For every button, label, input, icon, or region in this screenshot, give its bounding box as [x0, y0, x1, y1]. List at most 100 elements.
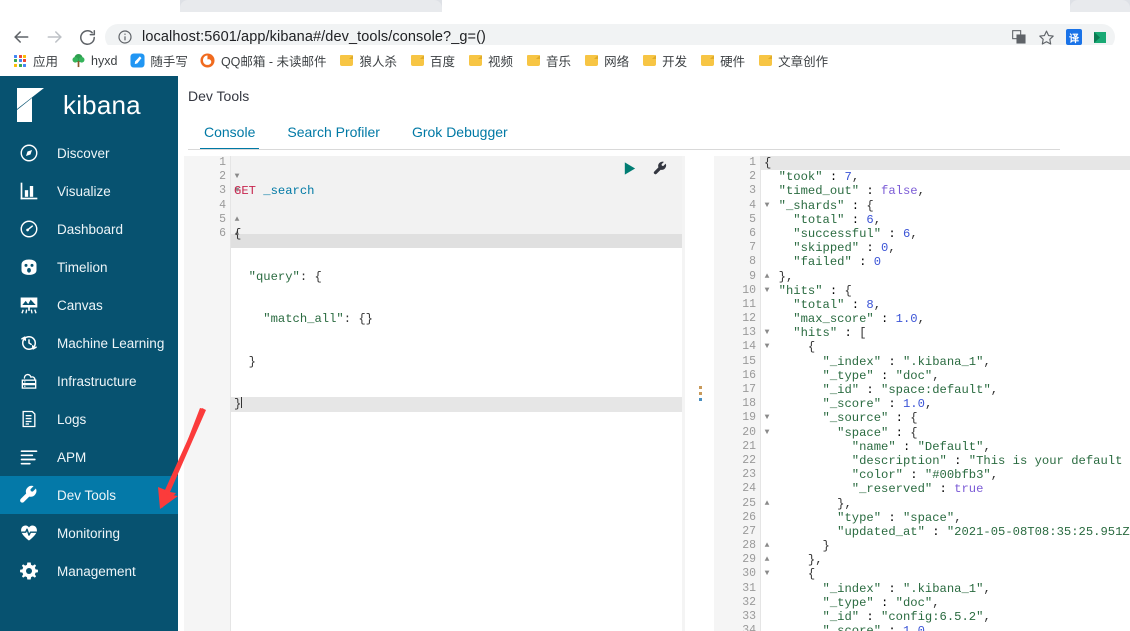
send-request-button[interactable]	[621, 160, 638, 177]
sidebar-item-machine-learning[interactable]: Machine Learning	[0, 324, 178, 362]
kibana-mark-icon	[14, 87, 50, 123]
tab-grok-debugger[interactable]: Grok Debugger	[396, 114, 524, 150]
folder-icon	[583, 53, 599, 69]
sidebar-item-monitoring[interactable]: Monitoring	[0, 514, 178, 552]
bookmark-folder-5[interactable]: 开发	[635, 49, 693, 73]
code-line: "type" : "space",	[761, 511, 1130, 525]
kibana-sidebar: kibana Discover Visualize	[0, 76, 178, 631]
code-line: "hits" : {	[761, 284, 1130, 298]
request-gutter: 1 2▼ 3▼ 4 5▲ 6▲	[184, 156, 231, 631]
machine-learning-icon	[18, 333, 39, 354]
bookmark-folder-3[interactable]: 音乐	[519, 49, 577, 73]
tab-console[interactable]: Console	[188, 114, 271, 150]
translate-extension-icon[interactable]: 译	[1066, 29, 1082, 45]
tabs-divider	[188, 149, 1060, 150]
sidebar-item-label: Machine Learning	[57, 336, 164, 351]
infrastructure-icon	[18, 371, 39, 392]
code-line: "match_all": {}	[231, 312, 685, 326]
sidebar-item-discover[interactable]: Discover	[0, 134, 178, 172]
bookmark-folder-4[interactable]: 网络	[577, 49, 635, 73]
code-line: {	[761, 156, 1130, 170]
bookmarks-bar: 应用 hyxd 随手写	[0, 45, 1130, 77]
sidebar-item-management[interactable]: Management	[0, 552, 178, 590]
sidebar-item-label: Infrastructure	[57, 374, 137, 389]
code-line: "_id" : "space:default",	[761, 383, 1130, 397]
request-scrollbar[interactable]	[682, 156, 685, 631]
sidebar-item-visualize[interactable]: Visualize	[0, 172, 178, 210]
bookmark-notes[interactable]: 随手写	[123, 49, 194, 73]
wrench-settings-button[interactable]	[652, 160, 669, 177]
sidebar-item-label: Dashboard	[57, 222, 123, 237]
line-number: 5	[714, 213, 760, 227]
sidebar-item-label: Logs	[57, 412, 86, 427]
kibana-logo[interactable]: kibana	[0, 76, 178, 134]
address-bar-url[interactable]: localhost:5601/app/kibana#/dev_tools/con…	[142, 29, 486, 45]
bookmark-apps[interactable]: 应用	[6, 49, 64, 73]
code-line: "_id" : "config:6.5.2",	[761, 610, 1130, 624]
request-editor[interactable]: 1 2▼ 3▼ 4 5▲ 6▲ GET _search { "query": {…	[184, 156, 685, 631]
bookmark-label: hyxd	[91, 54, 117, 68]
line-number: 4▼	[714, 199, 760, 213]
line-number: 23	[714, 468, 760, 482]
browser-tab-partial-left[interactable]	[180, 0, 442, 12]
browser-tab-partial-right[interactable]	[1070, 0, 1130, 12]
code-line: {	[761, 567, 1130, 581]
tabstrip-gap	[442, 0, 1070, 12]
bookmark-folder-2[interactable]: 视频	[461, 49, 519, 73]
line-number: 4	[184, 199, 230, 213]
code-line: "_score" : 1.0,	[761, 624, 1130, 631]
bookmark-folder-7[interactable]: 文章创作	[751, 49, 834, 73]
code-line: "total" : 6,	[761, 213, 1130, 227]
bookmark-label: 狼人杀	[360, 51, 398, 70]
sidebar-item-apm[interactable]: APM	[0, 438, 178, 476]
folder-icon	[339, 53, 355, 69]
tab-search-profiler[interactable]: Search Profiler	[271, 114, 396, 150]
line-number: 6	[714, 227, 760, 241]
sidebar-item-dashboard[interactable]: Dashboard	[0, 210, 178, 248]
page-info-icon[interactable]	[117, 29, 133, 45]
logs-icon	[18, 409, 39, 430]
request-code[interactable]: GET _search { "query": { "match_all": {}…	[231, 156, 685, 631]
notes-icon	[129, 53, 145, 69]
bookmark-label: 网络	[604, 51, 629, 70]
sidebar-item-canvas[interactable]: Canvas	[0, 286, 178, 324]
bookmark-star-icon[interactable]	[1038, 29, 1055, 46]
line-number: 24	[714, 482, 760, 496]
green-extension-icon[interactable]	[1093, 31, 1107, 44]
gear-icon	[18, 561, 39, 582]
bookmark-folder-0[interactable]: 狼人杀	[333, 49, 404, 73]
response-editor[interactable]: 1▼234▼56789▲10▼111213▼14▼1516171819▼20▼2…	[714, 156, 1130, 631]
line-number: 2	[714, 170, 760, 184]
console-panels: 1 2▼ 3▼ 4 5▲ 6▲ GET _search { "query": {…	[184, 156, 1130, 631]
code-line: {	[231, 227, 685, 241]
code-line: "_type" : "doc",	[761, 369, 1130, 383]
sidebar-item-timelion[interactable]: Timelion	[0, 248, 178, 286]
bookmark-folder-1[interactable]: 百度	[403, 49, 461, 73]
sidebar-item-infrastructure[interactable]: Infrastructure	[0, 362, 178, 400]
translate-page-icon[interactable]	[1010, 29, 1027, 46]
sidebar-item-dev-tools[interactable]: Dev Tools	[0, 476, 178, 514]
line-number: 10▼	[714, 284, 760, 298]
code-line: "_index" : ".kibana_1",	[761, 582, 1130, 596]
response-gutter: 1▼234▼56789▲10▼111213▼14▼1516171819▼20▼2…	[714, 156, 761, 631]
bookmark-folder-6[interactable]: 硬件	[693, 49, 751, 73]
response-code[interactable]: { "took" : 7, "timed_out" : false, "_sha…	[761, 156, 1130, 631]
code-line: "name" : "Default",	[761, 440, 1130, 454]
bookmark-qq-mail[interactable]: QQ邮箱 - 未读邮件	[194, 49, 333, 73]
tree-icon	[70, 53, 86, 69]
bookmark-label: 随手写	[150, 51, 188, 70]
wrench-icon	[18, 485, 39, 506]
code-line: "hits" : [	[761, 326, 1130, 340]
line-number: 20▼	[714, 426, 760, 440]
line-number: 9▲	[714, 270, 760, 284]
page-title: Dev Tools	[188, 88, 249, 104]
bookmark-hyxd[interactable]: hyxd	[64, 49, 123, 73]
line-number: 19▼	[714, 411, 760, 425]
bookmark-label: 应用	[33, 51, 58, 70]
panel-resize-handle[interactable]	[688, 156, 712, 631]
code-line: },	[761, 553, 1130, 567]
sidebar-item-logs[interactable]: Logs	[0, 400, 178, 438]
folder-icon	[409, 53, 425, 69]
line-number: 13▼	[714, 326, 760, 340]
sidebar-item-label: Canvas	[57, 298, 103, 313]
